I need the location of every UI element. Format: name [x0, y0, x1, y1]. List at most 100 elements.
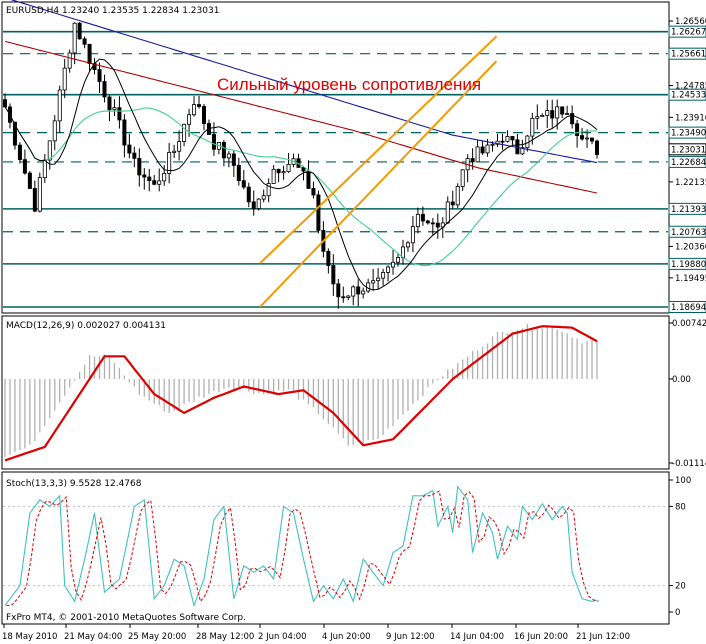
candle-body — [575, 123, 580, 136]
time-label: 28 May 12:00 — [196, 632, 254, 642]
candle-body — [351, 286, 356, 297]
candle-body — [241, 180, 246, 188]
candle-body — [430, 222, 435, 225]
candle-body — [510, 136, 515, 141]
candle-body — [286, 164, 291, 172]
candle-body — [157, 180, 162, 185]
candle-body — [480, 146, 485, 154]
current-price-label: 1.23031 — [671, 145, 706, 155]
candle-body — [192, 104, 197, 116]
candle-body — [127, 144, 132, 154]
time-label: 4 Jun 20:00 — [322, 632, 371, 642]
stoch-title: Stoch(13,3,3) 9.5528 12.4768 — [6, 479, 142, 489]
candle-body — [107, 96, 112, 111]
candle-body — [331, 265, 336, 285]
candle-body — [405, 242, 410, 248]
stoch-scale-label: 80 — [675, 502, 686, 512]
candle-body — [211, 134, 216, 150]
stoch-scale-label: 100 — [675, 476, 691, 486]
candle-body — [306, 170, 311, 189]
candle-body — [311, 188, 316, 196]
candle-body — [197, 104, 202, 107]
scale-label: 1.26560 — [675, 17, 706, 27]
candle-body — [545, 110, 550, 116]
candle-body — [82, 38, 87, 45]
level-tag-label: 1.24533 — [671, 91, 706, 101]
candle-body — [231, 153, 236, 166]
candle-body — [555, 106, 560, 119]
time-axis: 18 May 2010 21 May 04:00 25 May 20:00 28 Ma… — [2, 624, 630, 642]
candle-body — [147, 176, 152, 182]
scale-label: 1.19495 — [675, 274, 706, 284]
price-chart-title: EURUSD,H4 1.23240 1.23535 1.22834 1.2303… — [6, 6, 219, 16]
macd-scale-label: 0.00742 — [672, 319, 706, 329]
candle-body — [62, 67, 67, 91]
candle-body — [27, 172, 32, 189]
resistance-annotation: Сильный уровень сопротивления — [217, 75, 481, 94]
candle-body — [490, 143, 495, 146]
level-tag-label: 1.22684 — [671, 158, 706, 168]
candle-body — [122, 119, 127, 146]
stoch-panel[interactable] — [1, 471, 670, 625]
candle-body — [535, 116, 540, 119]
candle-body — [77, 22, 82, 40]
level-tag-label: 1.19880 — [671, 260, 706, 270]
candle-body — [475, 146, 480, 163]
candle-body — [381, 271, 386, 279]
candle-body — [22, 159, 27, 174]
candle-body — [500, 140, 505, 143]
trading-chart-window[interactable]: 1.265601.247851.239101.221351.203601.194… — [0, 0, 706, 644]
candle-body — [142, 174, 147, 178]
copyright-text: FxPro MT4, © 2001-2010 MetaQuotes Softwa… — [6, 613, 246, 623]
candle-body — [162, 173, 167, 182]
candle-body — [590, 137, 595, 142]
candle-body — [435, 222, 440, 228]
candle-body — [187, 114, 192, 125]
macd-title: MACD(12,26,9) 0.002027 0.004131 — [6, 321, 166, 331]
time-label: 9 Jun 12:00 — [386, 632, 435, 642]
candle-body — [361, 290, 366, 295]
candle-body — [460, 169, 465, 187]
candle-body — [17, 144, 22, 161]
candle-body — [336, 283, 341, 298]
scale-label: 1.20360 — [675, 242, 706, 252]
candle-body — [540, 114, 545, 118]
macd-panel[interactable] — [1, 315, 670, 470]
scale-label: 1.23910 — [675, 113, 706, 123]
candle-body — [152, 180, 157, 185]
candle-body — [396, 257, 401, 263]
candle-body — [346, 295, 351, 298]
candle-body — [37, 177, 42, 212]
candle-body — [580, 135, 585, 140]
level-tag-label: 1.26267 — [671, 28, 706, 38]
candle-body — [386, 266, 391, 273]
candle-body — [505, 136, 510, 142]
candle-body — [57, 89, 62, 122]
candle-body — [550, 110, 555, 119]
price-scale: 1.265601.247851.239101.221351.203601.194… — [668, 17, 706, 618]
candle-body — [117, 107, 122, 121]
macd-scale-label: -0.01114 — [672, 459, 706, 469]
candle-body — [97, 69, 102, 82]
time-label: 2 Jun 04:00 — [258, 632, 307, 642]
time-label: 14 Jun 04:00 — [450, 632, 504, 642]
candle-body — [410, 226, 415, 244]
candle-body — [102, 81, 107, 98]
candle-body — [560, 106, 565, 115]
candle-body — [376, 277, 381, 282]
stoch-scale-label: 0 — [675, 608, 680, 618]
candle-body — [236, 165, 241, 182]
candle-body — [585, 137, 590, 140]
candle-body — [420, 213, 425, 222]
candle-body — [246, 186, 251, 203]
candle-body — [87, 43, 92, 65]
candle-body — [415, 213, 420, 228]
candle-body — [221, 142, 226, 159]
level-tag-label: 1.18694 — [671, 303, 706, 313]
candle-body — [425, 220, 430, 224]
candle-body — [470, 158, 475, 163]
candle-body — [67, 52, 72, 69]
candle-body — [565, 113, 570, 115]
candle-body — [276, 168, 281, 174]
candle-body — [52, 120, 57, 142]
